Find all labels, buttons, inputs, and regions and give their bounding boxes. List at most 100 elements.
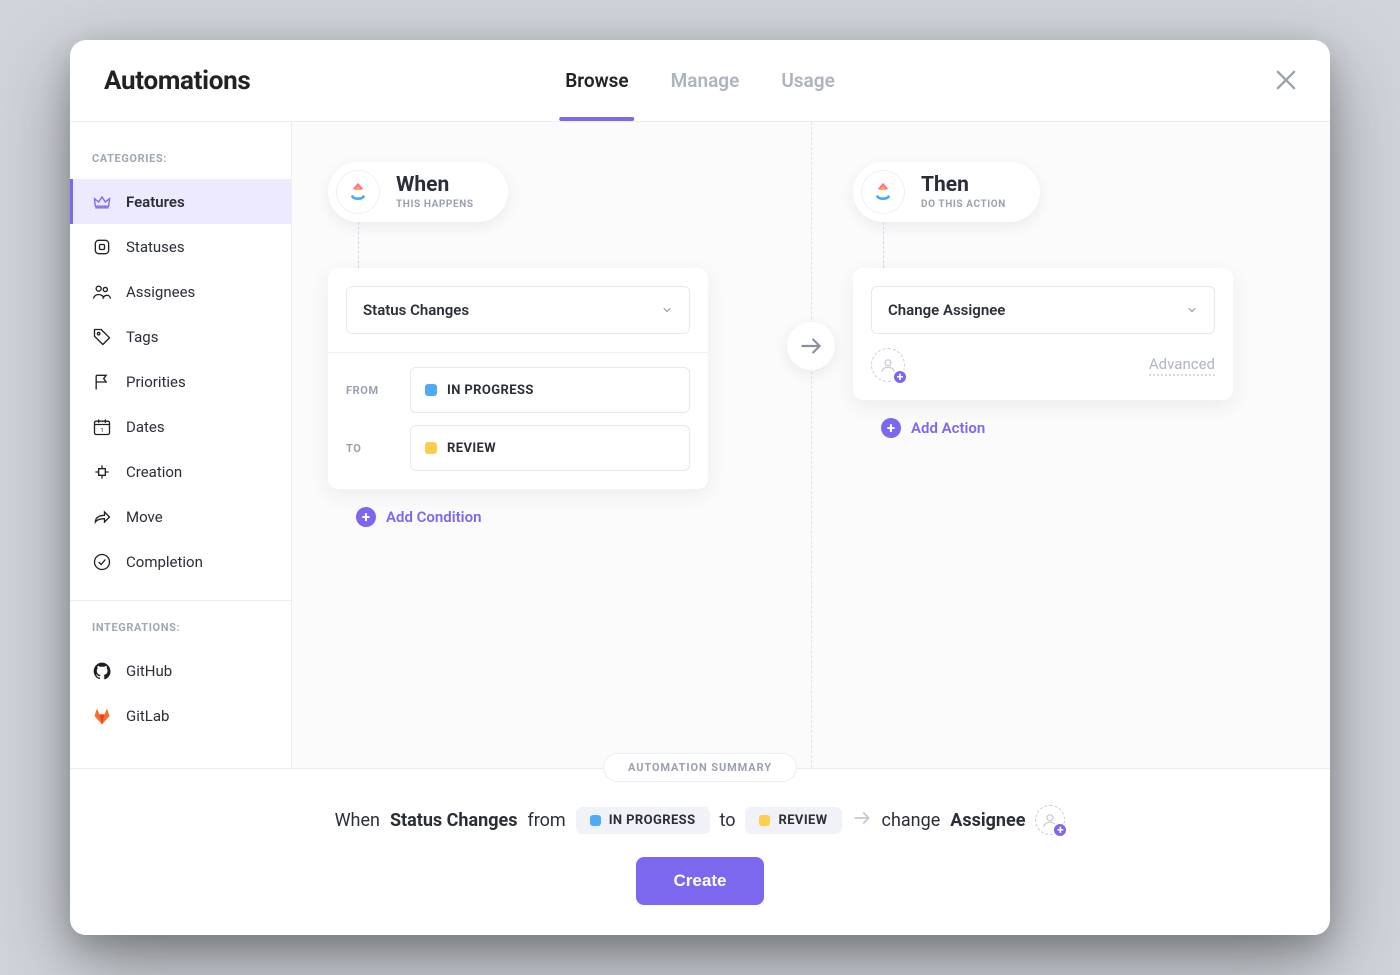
sidebar-item-tags[interactable]: Tags bbox=[70, 314, 291, 359]
tab-usage[interactable]: Usage bbox=[781, 40, 834, 121]
tab-browse[interactable]: Browse bbox=[565, 40, 628, 121]
status-dot bbox=[425, 384, 437, 396]
body: CATEGORIES: Features Statuses Assignees bbox=[70, 122, 1330, 768]
add-action-button[interactable]: + Add Action bbox=[881, 418, 985, 438]
sidebar-item-label: Completion bbox=[126, 553, 203, 571]
summary-chip-from-label: IN PROGRESS bbox=[609, 813, 696, 828]
brand-icon bbox=[336, 170, 380, 214]
status-dot bbox=[425, 442, 437, 454]
trigger-type-select[interactable]: Status Changes bbox=[346, 286, 690, 334]
then-pill: Then DO THIS ACTION bbox=[853, 162, 1040, 222]
summary-when: When bbox=[335, 810, 380, 831]
plus-icon bbox=[92, 462, 112, 482]
to-status-name: REVIEW bbox=[447, 441, 496, 456]
brand-icon bbox=[861, 170, 905, 214]
gitlab-icon bbox=[92, 706, 112, 726]
flag-icon bbox=[92, 372, 112, 392]
plus-circle-icon: + bbox=[356, 507, 376, 527]
summary-badge: AUTOMATION SUMMARY bbox=[603, 753, 797, 782]
calendar-icon: 1 bbox=[92, 417, 112, 437]
from-status-name: IN PROGRESS bbox=[447, 383, 534, 398]
when-pill: When THIS HAPPENS bbox=[328, 162, 508, 222]
add-assignee-avatar[interactable]: + bbox=[871, 348, 905, 382]
sidebar-item-label: GitLab bbox=[126, 707, 169, 725]
divider bbox=[328, 352, 708, 353]
tab-manage[interactable]: Manage bbox=[671, 40, 740, 121]
sidebar-item-creation[interactable]: Creation bbox=[70, 449, 291, 494]
connector-line bbox=[358, 222, 359, 268]
sidebar-item-label: Tags bbox=[126, 328, 158, 346]
when-title: When bbox=[396, 174, 474, 196]
sidebar-categories-label: CATEGORIES: bbox=[70, 142, 291, 179]
summary-text: When Status Changes from IN PROGRESS to … bbox=[335, 805, 1066, 835]
people-icon bbox=[92, 282, 112, 302]
to-status-select[interactable]: REVIEW bbox=[410, 425, 690, 471]
square-icon bbox=[92, 237, 112, 257]
github-icon bbox=[92, 661, 112, 681]
from-status-select[interactable]: IN PROGRESS bbox=[410, 367, 690, 413]
create-button[interactable]: Create bbox=[636, 857, 765, 905]
to-label: TO bbox=[346, 442, 392, 455]
plus-circle-icon: + bbox=[881, 418, 901, 438]
summary-chip-to-label: REVIEW bbox=[778, 813, 827, 828]
when-card: Status Changes FROM IN PROGRESS bbox=[328, 268, 708, 489]
check-icon bbox=[92, 552, 112, 572]
modal-title: Automations bbox=[104, 66, 250, 96]
tabs: Browse Manage Usage bbox=[565, 40, 835, 121]
sidebar-item-label: Creation bbox=[126, 463, 182, 481]
chevron-down-icon bbox=[661, 301, 673, 320]
sidebar-item-github[interactable]: GitHub bbox=[70, 648, 291, 693]
sidebar-item-completion[interactable]: Completion bbox=[70, 539, 291, 584]
crown-icon bbox=[92, 192, 112, 212]
then-column: Then DO THIS ACTION Change Assignee + bbox=[811, 162, 1294, 728]
close-icon[interactable] bbox=[1272, 66, 1300, 94]
summary-status-changes: Status Changes bbox=[390, 810, 518, 831]
trigger-type-label: Status Changes bbox=[363, 301, 469, 319]
sidebar-item-label: GitHub bbox=[126, 662, 172, 680]
summary-change: change bbox=[882, 810, 941, 831]
advanced-link[interactable]: Advanced bbox=[1149, 355, 1215, 376]
arrow-right-icon bbox=[852, 808, 872, 833]
sidebar-item-priorities[interactable]: Priorities bbox=[70, 359, 291, 404]
sidebar-item-label: Statuses bbox=[126, 238, 185, 256]
when-column: When THIS HAPPENS Status Changes FROM bbox=[328, 162, 811, 728]
sidebar-item-label: Priorities bbox=[126, 373, 186, 391]
summary-chip-to: REVIEW bbox=[745, 807, 841, 834]
action-type-label: Change Assignee bbox=[888, 301, 1005, 319]
sidebar-integrations-label: INTEGRATIONS: bbox=[70, 611, 291, 648]
sidebar-item-assignees[interactable]: Assignees bbox=[70, 269, 291, 314]
sidebar-item-gitlab[interactable]: GitLab bbox=[70, 693, 291, 738]
sidebar-item-dates[interactable]: 1 Dates bbox=[70, 404, 291, 449]
when-subtitle: THIS HAPPENS bbox=[396, 199, 474, 210]
sidebar-item-statuses[interactable]: Statuses bbox=[70, 224, 291, 269]
then-card: Change Assignee + Advanced bbox=[853, 268, 1233, 400]
mini-plus-icon: + bbox=[1052, 822, 1068, 838]
tag-icon bbox=[92, 327, 112, 347]
header: Automations Browse Manage Usage bbox=[70, 40, 1330, 122]
add-assignee-avatar[interactable]: + bbox=[1035, 805, 1065, 835]
sidebar-item-label: Move bbox=[126, 508, 163, 526]
status-dot bbox=[759, 815, 770, 826]
sidebar-item-label: Assignees bbox=[126, 283, 195, 301]
summary-to: to bbox=[720, 810, 736, 831]
from-label: FROM bbox=[346, 384, 392, 397]
status-dot bbox=[590, 815, 601, 826]
action-type-select[interactable]: Change Assignee bbox=[871, 286, 1215, 334]
workspace: When THIS HAPPENS Status Changes FROM bbox=[292, 122, 1330, 768]
connector-line bbox=[883, 222, 884, 268]
then-subtitle: DO THIS ACTION bbox=[921, 199, 1006, 210]
to-row: TO REVIEW bbox=[346, 425, 690, 471]
chevron-down-icon bbox=[1186, 301, 1198, 320]
add-condition-button[interactable]: + Add Condition bbox=[356, 507, 481, 527]
from-row: FROM IN PROGRESS bbox=[346, 367, 690, 413]
summary: AUTOMATION SUMMARY When Status Changes f… bbox=[70, 768, 1330, 935]
sidebar-item-move[interactable]: Move bbox=[70, 494, 291, 539]
add-condition-label: Add Condition bbox=[386, 508, 481, 526]
then-title: Then bbox=[921, 174, 1006, 196]
sidebar-item-label: Features bbox=[126, 193, 185, 211]
vertical-divider bbox=[811, 122, 812, 768]
flow-arrow bbox=[787, 322, 835, 370]
automations-modal: Automations Browse Manage Usage CATEGORI… bbox=[70, 40, 1330, 935]
sidebar-item-features[interactable]: Features bbox=[70, 179, 291, 224]
summary-chip-from: IN PROGRESS bbox=[576, 807, 710, 834]
